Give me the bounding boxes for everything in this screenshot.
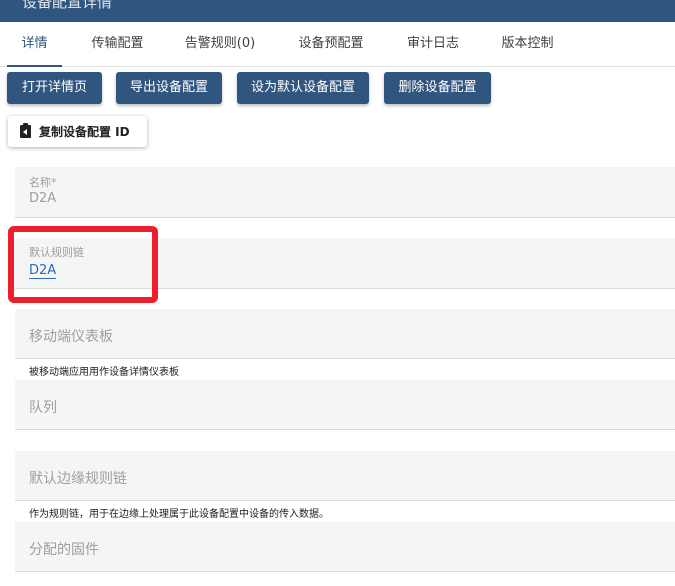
assigned-firmware-placeholder: 分配的固件 (29, 542, 99, 558)
export-profile-button[interactable]: 导出设备配置 (116, 72, 222, 104)
queue-field[interactable]: 队列 (15, 380, 675, 430)
tab-version-control[interactable]: 版本控制 (490, 22, 565, 66)
default-edge-rule-chain-field[interactable]: 默认边缘规则链 (15, 451, 675, 501)
set-default-profile-button[interactable]: 设为默认设备配置 (237, 72, 369, 104)
mobile-dashboard-placeholder: 移动端仪表板 (29, 329, 113, 345)
page-title: 设备配置详情 (22, 0, 113, 11)
tab-device-provisioning[interactable]: 设备预配置 (290, 22, 372, 66)
queue-placeholder: 队列 (29, 400, 57, 416)
tab-alarm-rules[interactable]: 告警规则(0) (175, 22, 265, 66)
delete-profile-button[interactable]: 删除设备配置 (384, 72, 491, 104)
header-bar: 设备配置详情 (0, 0, 675, 22)
assigned-firmware-field[interactable]: 分配的固件 (15, 522, 675, 572)
copy-profile-id-button[interactable]: 复制设备配置 ID (8, 116, 147, 147)
default-rule-chain-field[interactable]: 默认规则链 D2A (15, 238, 675, 289)
copy-profile-id-label: 复制设备配置 ID (39, 125, 130, 139)
clipboard-icon (20, 123, 31, 138)
name-field[interactable]: 名称* D2A (15, 167, 675, 218)
mobile-dashboard-hint: 被移动端应用用作设备详情仪表板 (29, 367, 179, 378)
tab-audit-logs[interactable]: 审计日志 (398, 22, 468, 66)
tab-details[interactable]: 详情 (7, 22, 62, 67)
name-field-label: 名称* (29, 176, 57, 189)
edge-rule-chain-hint: 作为规则链，用于在边缘上处理属于此设备配置中设备的传入数据。 (29, 509, 329, 520)
tab-transport-config[interactable]: 传输配置 (80, 22, 155, 66)
default-rule-chain-link[interactable]: D2A (29, 263, 57, 279)
open-details-button[interactable]: 打开详情页 (7, 72, 102, 104)
name-field-value: D2A (29, 191, 57, 206)
mobile-dashboard-field[interactable]: 移动端仪表板 (15, 309, 675, 359)
default-edge-rule-chain-placeholder: 默认边缘规则链 (29, 471, 127, 487)
default-rule-chain-label: 默认规则链 (29, 246, 84, 259)
tab-bar: 详情 传输配置 告警规则(0) 设备预配置 审计日志 版本控制 (0, 22, 675, 67)
